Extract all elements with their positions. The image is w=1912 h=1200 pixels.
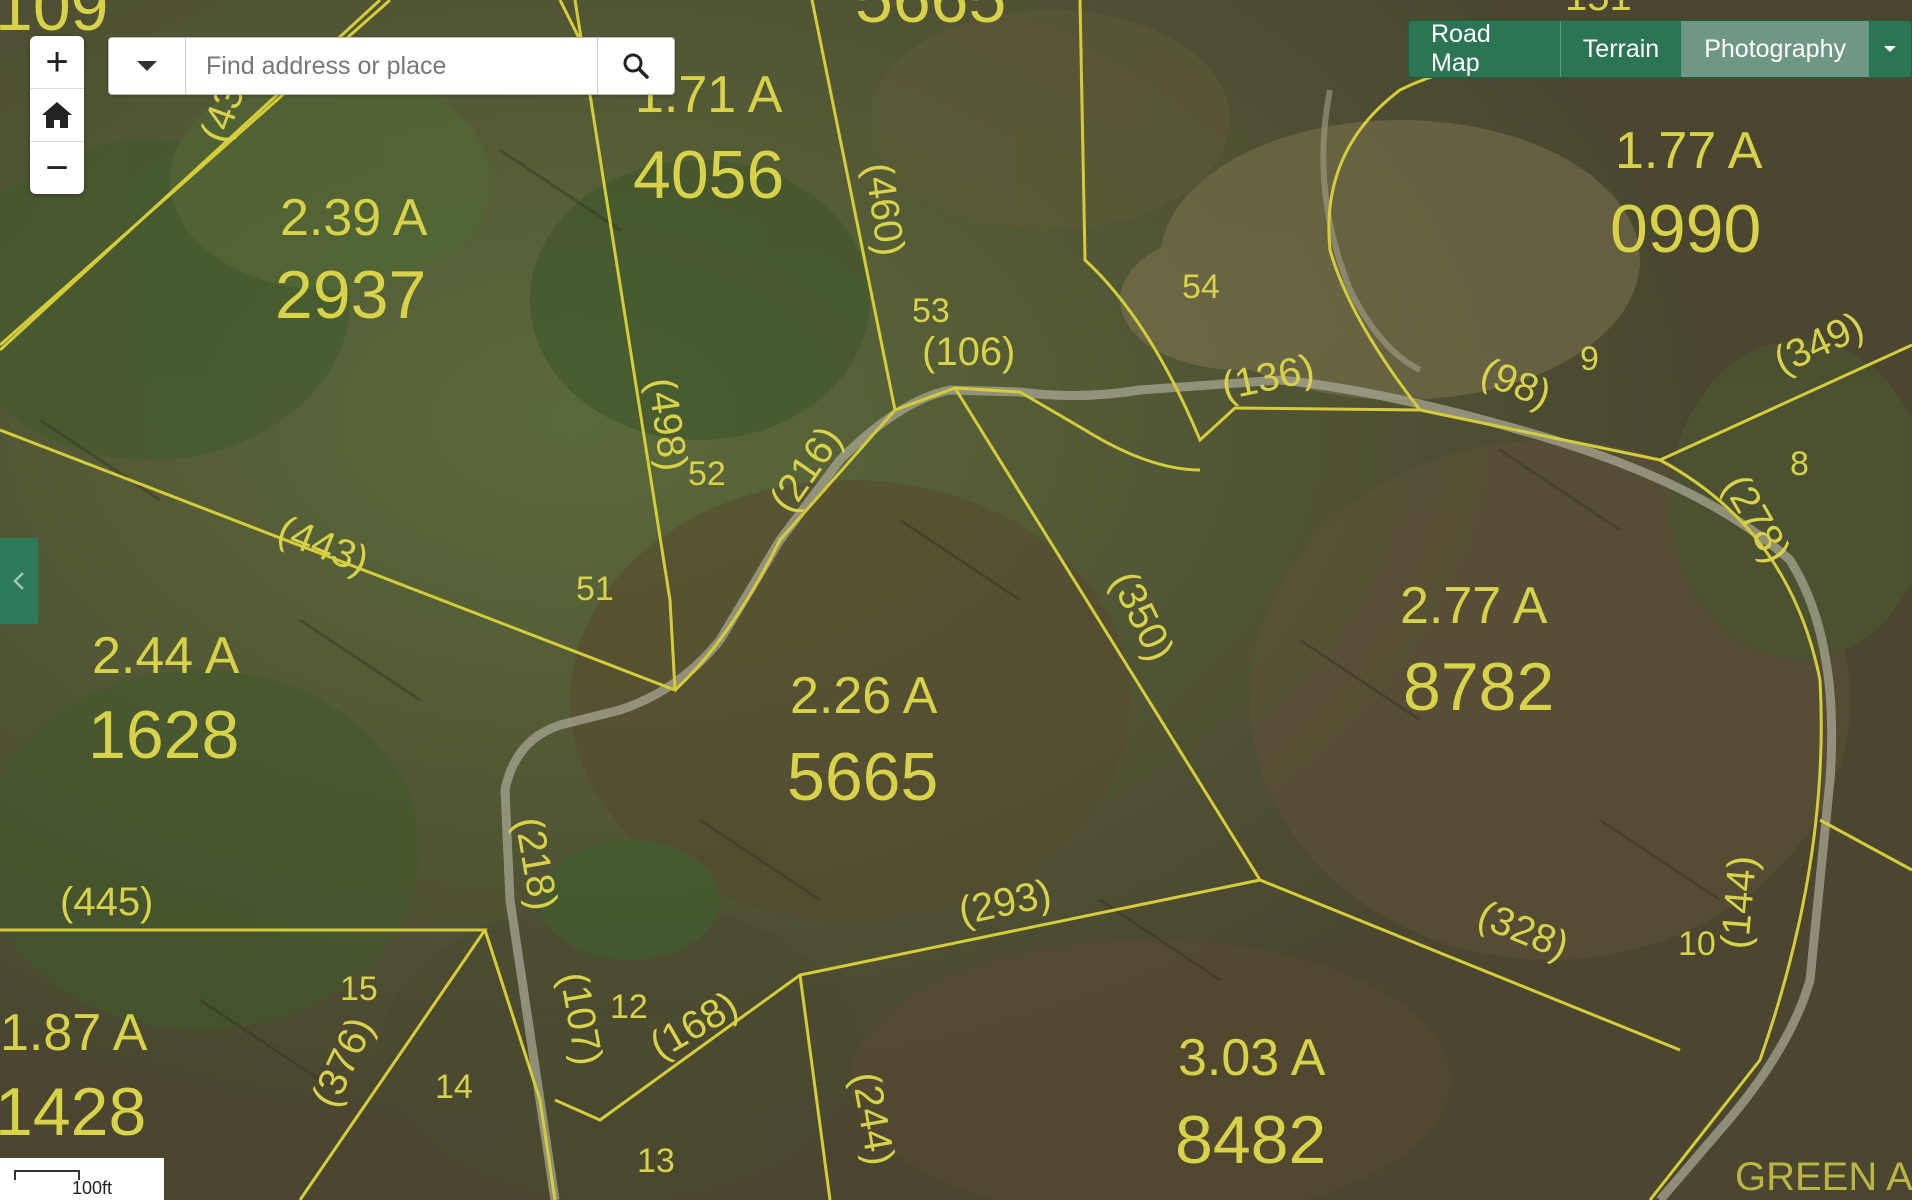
lot-number: 10: [1678, 925, 1716, 963]
zoom-out-button[interactable]: −: [30, 142, 84, 194]
map-canvas[interactable]: 2.39 A 2937 1.71 A 4056 1.77 A 0990 2.44…: [0, 0, 1912, 1200]
photography-button[interactable]: Photography: [1682, 21, 1869, 77]
lot-number: 12: [610, 988, 648, 1026]
parcel-pin: 5665: [787, 739, 938, 815]
parcel-acres: 3.03 A: [1178, 1029, 1326, 1087]
scale-line: [14, 1170, 80, 1180]
search-bar: [108, 37, 675, 95]
chevron-left-icon: [13, 572, 24, 590]
lot-number: 53: [912, 292, 950, 330]
street-label: GREEN A: [1735, 1155, 1912, 1199]
parcel-pin-clipped: 5665: [855, 0, 1006, 37]
home-button[interactable]: [30, 89, 84, 142]
lot-number: 52: [688, 455, 726, 493]
parcel-acres: 2.77 A: [1400, 577, 1548, 635]
zoom-in-button[interactable]: +: [30, 36, 84, 89]
search-source-dropdown[interactable]: [109, 38, 186, 94]
caret-down-icon: [137, 61, 157, 71]
parcel-acres: 1.77 A: [1615, 122, 1763, 180]
parcel-acres: 2.39 A: [280, 189, 428, 247]
dimension-label: (144): [1713, 854, 1765, 951]
basemap-dropdown-button[interactable]: [1869, 21, 1911, 77]
parcel-pin: 1628: [88, 697, 239, 773]
parcel-acres: 2.26 A: [790, 667, 938, 725]
zoom-controls: + −: [30, 36, 84, 194]
lot-number: 54: [1182, 268, 1220, 306]
lot-number: 14: [435, 1068, 473, 1106]
lot-number: 8: [1790, 445, 1809, 483]
side-panel-toggle[interactable]: [0, 538, 38, 624]
dimension-label: 151: [1565, 0, 1632, 19]
parcel-pin: 8782: [1403, 649, 1554, 725]
parcel-pin: 2937: [275, 257, 426, 333]
parcel-acres: 2.44 A: [92, 627, 240, 685]
scale-label: 100ft: [72, 1178, 113, 1198]
search-input[interactable]: [186, 38, 597, 94]
parcel-pin: 8482: [1175, 1102, 1326, 1178]
parcel-pin: 1428: [0, 1074, 146, 1150]
lot-number: 13: [637, 1142, 675, 1180]
dimension-label: (445): [60, 880, 153, 924]
scale-bar: 100ft: [0, 1158, 164, 1200]
caret-down-icon: [1884, 46, 1896, 52]
dimension-label: (106): [922, 330, 1015, 374]
search-button[interactable]: [597, 38, 674, 94]
basemap-toggle: Road Map Terrain Photography: [1408, 20, 1912, 78]
lot-number: 9: [1580, 340, 1599, 378]
road-map-button[interactable]: Road Map: [1409, 21, 1561, 77]
search-icon: [623, 53, 649, 79]
lot-number: 51: [576, 570, 614, 608]
lot-number: 15: [340, 970, 378, 1008]
home-icon: [42, 102, 72, 128]
parcel-pin: 4056: [633, 137, 784, 213]
terrain-button[interactable]: Terrain: [1560, 21, 1683, 77]
parcel-acres: 1.87 A: [0, 1004, 148, 1062]
parcel-pin: 0990: [1610, 191, 1761, 267]
